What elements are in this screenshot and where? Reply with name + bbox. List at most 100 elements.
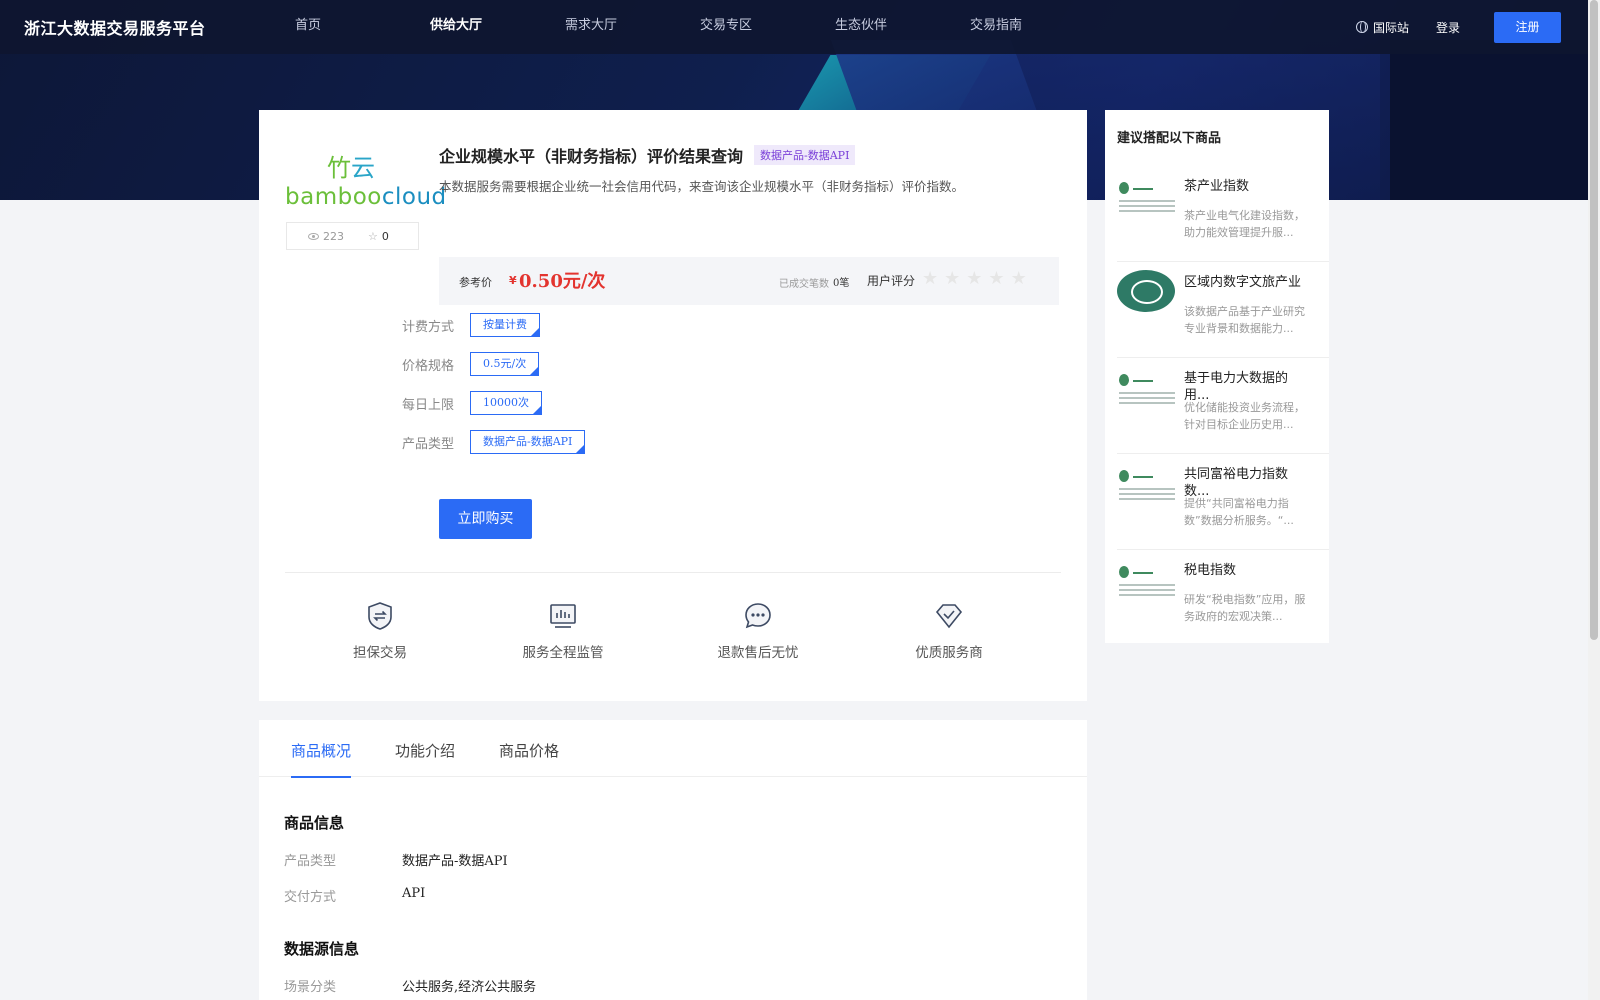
nav-item-guide[interactable]: 交易指南 (970, 0, 1105, 54)
info-value: 公共服务,经济公共服务 (402, 980, 537, 995)
tab-overview[interactable]: 商品概况 (291, 740, 352, 778)
feature-quality-provider: 优质服务商 (914, 600, 984, 661)
star-icon[interactable]: ★ (1011, 268, 1027, 289)
recommendation-name: 共同富裕电力指数数... (1184, 467, 1289, 499)
rating-label: 用户评分 (867, 274, 916, 288)
recommendation-name: 基于电力大数据的用... (1184, 371, 1289, 403)
vendor-logo-mark: 竹云 (327, 154, 375, 182)
spec-label: 每日上限 (402, 398, 455, 413)
star-outline-icon: ☆ (368, 229, 378, 243)
intl-site-label: 国际站 (1373, 20, 1410, 35)
recommendation-desc: 研发“税电指数”应用，服务政府的宏观决策... (1184, 593, 1306, 623)
buy-now-button[interactable]: 立即购买 (439, 499, 532, 539)
chat-icon (745, 603, 771, 629)
deals-value: 0笔 (833, 278, 850, 289)
register-button[interactable]: 注册 (1494, 11, 1562, 43)
product-stats: 223 ☆ 0 (286, 222, 419, 250)
product-type-tag: 数据产品-数据API (754, 145, 856, 165)
diamond-icon (935, 604, 963, 629)
info-value: 数据产品-数据API (402, 854, 508, 869)
deals-label: 已成交笔数 (779, 279, 829, 290)
recommendation-desc: 提供“共同富裕电力指数”数据分析服务。“... (1184, 497, 1294, 527)
product-title-row: 企业规模水平（非财务指标）评价结果查询 数据产品-数据API (439, 143, 856, 167)
spec-label: 价格规格 (402, 359, 455, 374)
tab-pricing[interactable]: 商品价格 (499, 740, 559, 776)
recommendation-desc: 茶产业电气化建设指数，助力能效管理提升服... (1184, 209, 1305, 239)
state-grid-logo-icon (1119, 370, 1175, 414)
recommendation-name: 税电指数 (1184, 563, 1237, 578)
scrollbar-thumb[interactable] (1590, 0, 1598, 640)
spec-label: 产品类型 (402, 437, 455, 452)
spec-row-billing: 计费方式 按量计费 (402, 313, 585, 352)
state-grid-logo-icon (1119, 178, 1175, 222)
page-scrollbar[interactable] (1588, 0, 1600, 1000)
spec-row-type: 产品类型 数据产品-数据API (402, 430, 586, 469)
view-count: 223 (308, 230, 344, 243)
spec-option-type[interactable]: 数据产品-数据API (470, 430, 586, 454)
product-title: 企业规模水平（非财务指标）评价结果查询 (439, 147, 744, 166)
nav-item-demand-hall[interactable]: 需求大厅 (565, 0, 700, 54)
star-icon[interactable]: ★ (988, 268, 1004, 289)
tab-features[interactable]: 功能介绍 (395, 740, 455, 776)
divider (285, 572, 1061, 573)
star-icon[interactable]: ★ (966, 268, 982, 289)
state-grid-logo-icon (1119, 562, 1175, 606)
nav-menu: 首页 供给大厅 需求大厅 交易专区 生态伙伴 交易指南 (295, 0, 1105, 54)
login-link[interactable]: 登录 (1436, 19, 1460, 36)
vendor-logo: 竹云 bamboocloud (285, 148, 446, 213)
detail-tabs: 商品概况 功能介绍 商品价格 (259, 720, 1087, 778)
section-title-data-source: 数据源信息 (284, 940, 360, 958)
star-icon[interactable]: ★ (922, 268, 938, 289)
recommendation-item[interactable]: 茶产业指数 茶产业电气化建设指数，助力能效管理提升服... (1117, 166, 1329, 262)
info-value: API (402, 886, 426, 901)
recommendation-item[interactable]: 区域内数字文旅产业 该数据产品基于产业研究专业背景和数据能力... (1117, 262, 1329, 358)
recommendation-desc: 该数据产品基于产业研究专业背景和数据能力... (1184, 305, 1305, 335)
product-details: 商品概况 功能介绍 商品价格 商品信息 产品类型 数据产品-数据API 交付方式… (259, 720, 1087, 1000)
service-guarantees: 担保交易 服务全程监管 退款售后无忧 优质服务商 (285, 600, 1061, 680)
price-value: 0.50元/次 (519, 271, 606, 292)
brand-title[interactable]: 浙江大数据交易服务平台 (24, 15, 206, 39)
info-key: 交付方式 (284, 890, 337, 905)
feature-refund: 退款售后无忧 (716, 600, 800, 661)
spec-options: 计费方式 按量计费 价格规格 0.5元/次 每日上限 10000次 产品类型 数… (402, 313, 586, 469)
product-card: 竹云 bamboocloud 223 ☆ 0 企业规模水平（非财务指标）评价结果… (259, 110, 1087, 701)
state-grid-logo-icon (1119, 466, 1175, 510)
recommendation-name: 茶产业指数 (1184, 179, 1250, 194)
recommendation-name: 区域内数字文旅产业 (1184, 275, 1302, 290)
recommendation-panel: 建议搭配以下商品 茶产业指数 茶产业电气化建设指数，助力能效管理提升服... 区… (1105, 110, 1329, 643)
globe-icon (1356, 21, 1368, 33)
shield-icon (368, 602, 392, 630)
star-icon[interactable]: ★ (944, 268, 960, 289)
feature-guaranteed-trade: 担保交易 (352, 600, 408, 661)
spec-row-daily-limit: 每日上限 10000次 (402, 391, 585, 430)
nav-item-home[interactable]: 首页 (295, 0, 430, 54)
recommendation-item[interactable]: 共同富裕电力指数数... 提供“共同富裕电力指数”数据分析服务。“... (1117, 454, 1329, 550)
info-row: 产品类型 数据产品-数据API (284, 850, 508, 869)
info-key: 产品类型 (284, 854, 337, 869)
section-title-product-info: 商品信息 (284, 814, 345, 832)
round-logo-icon (1117, 270, 1175, 312)
spec-option-billing[interactable]: 按量计费 (470, 313, 540, 337)
nav-right: 国际站 登录 注册 (1356, 0, 1562, 54)
spec-row-price: 价格规格 0.5元/次 (402, 352, 585, 391)
rating-stars[interactable]: ★ ★ ★ ★ ★ (922, 268, 1033, 289)
info-row: 场景分类 公共服务,经济公共服务 (284, 976, 536, 995)
feature-supervision: 服务全程监管 (521, 600, 605, 661)
spec-option-price[interactable]: 0.5元/次 (470, 352, 540, 376)
top-navigation: 浙江大数据交易服务平台 首页 供给大厅 需求大厅 交易专区 生态伙伴 交易指南 … (0, 0, 1600, 54)
recommendation-item[interactable]: 税电指数 研发“税电指数”应用，服务政府的宏观决策... (1117, 550, 1329, 646)
recommendation-item[interactable]: 基于电力大数据的用... 优化储能投资业务流程，针对目标企业历史用... (1117, 358, 1329, 454)
nav-item-partners[interactable]: 生态伙伴 (835, 0, 970, 54)
favorite-count[interactable]: ☆ 0 (368, 230, 389, 243)
spec-option-daily-limit[interactable]: 10000次 (470, 391, 542, 415)
intl-site-link[interactable]: 国际站 (1356, 19, 1409, 36)
price-bar: 参考价 ¥ 0.50元/次 已成交笔数 0笔 用户评分 ★ ★ ★ ★ ★ (439, 257, 1059, 305)
vendor-logo-text: bamboocloud (285, 184, 447, 210)
nav-item-trading-zone[interactable]: 交易专区 (700, 0, 835, 54)
price-currency: ¥ (509, 274, 517, 287)
nav-item-supply-hall[interactable]: 供给大厅 (430, 0, 565, 54)
recommendation-desc: 优化储能投资业务流程，针对目标企业历史用... (1184, 401, 1305, 431)
info-row: 交付方式 API (284, 886, 425, 905)
spec-label: 计费方式 (402, 320, 455, 335)
price-label: 参考价 (459, 276, 492, 289)
